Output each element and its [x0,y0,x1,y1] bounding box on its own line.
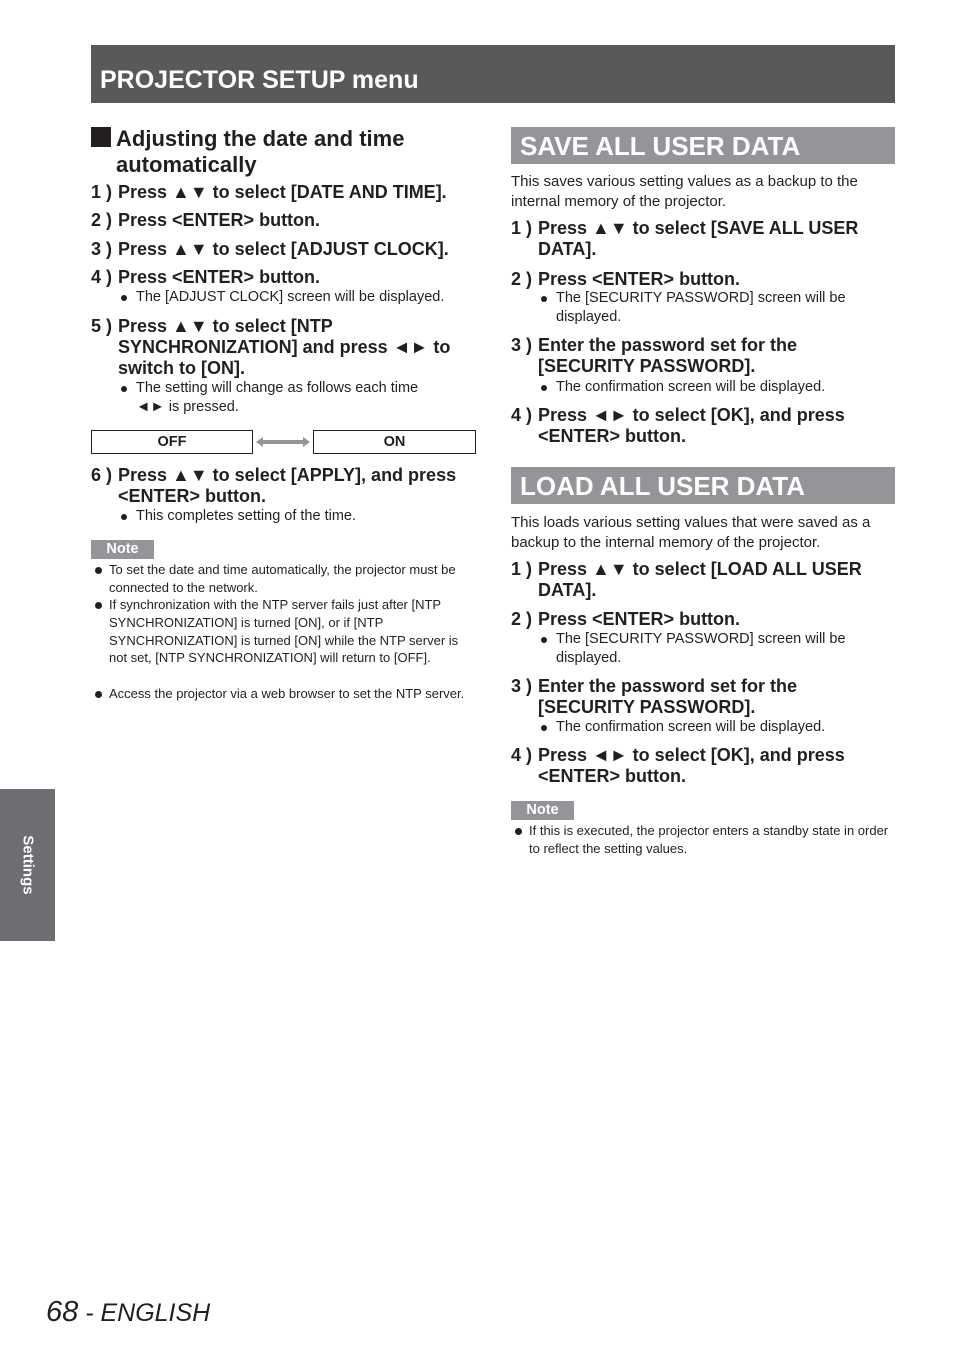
save-step-4: 4 ) Press ◄► to select [OK], and press <… [511,405,845,446]
double-arrow-icon [256,437,310,447]
ntp-toggle-diagram: OFF ON [91,430,476,454]
bullet-icon [95,691,102,698]
load-step-3-bullet: The confirmation screen will be displaye… [538,718,895,737]
load-step-4: 4 ) Press ◄► to select [OK], and press <… [511,745,845,786]
bullet-icon [121,514,127,520]
load-step-2-bullet: The [SECURITY PASSWORD] screen will be d… [538,630,888,668]
save-step-3-bullet: The confirmation screen will be displaye… [538,378,895,397]
page-number: 68 [46,1296,79,1328]
load-intro: This loads various setting values that w… [511,514,871,551]
side-tab-settings: Settings [0,789,55,941]
toggle-off-box: OFF [91,430,253,454]
bullet-icon [541,725,547,731]
step-6: 6 ) Press ▲▼ to select [APPLY], and pres… [91,465,457,506]
step-2: 2 ) Press <ENTER> button. [91,210,321,230]
save-step-3: 3 ) Enter the password set for the [SECU… [511,335,798,376]
load-section-header: LOAD ALL USER DATA [511,467,895,504]
step-3: 3 ) Press ▲▼ to select [ADJUST CLOCK]. [91,239,449,259]
note-item: If synchronization with the NTP server f… [91,596,476,667]
square-bullet-icon [91,127,111,147]
bullet-icon [121,295,127,301]
bullet-icon [541,296,547,302]
bullet-icon [95,567,102,574]
subheading: Adjusting the date and time automaticall… [91,126,476,178]
save-step-2-bullet: The [SECURITY PASSWORD] screen will be d… [538,289,888,327]
step-4: 4 ) Press <ENTER> button. [91,267,321,287]
note-label: Note [91,540,154,559]
load-step-1: 1 ) Press ▲▼ to select [LOAD ALL USER DA… [511,559,862,600]
page-footer: 68 - ENGLISH [46,1296,210,1329]
note-label: Note [511,801,574,820]
footer-language: - ENGLISH [78,1299,211,1327]
bullet-icon [95,602,102,609]
save-step-1: 1 ) Press ▲▼ to select [SAVE ALL USER DA… [511,218,859,259]
load-step-3: 3 ) Enter the password set for the [SECU… [511,676,798,717]
bullet-icon [515,828,522,835]
note-item: If this is executed, the projector enter… [511,822,895,858]
bullet-icon [541,385,547,391]
step-5: 5 ) Press ▲▼ to select [NTP SYNCHRONIZAT… [91,316,451,378]
step-1: 1 ) Press ▲▼ to select [DATE AND TIME]. [91,182,447,202]
page-title: PROJECTOR SETUP menu [100,66,419,94]
save-intro: This saves various setting values as a b… [511,173,858,210]
save-step-2: 2 ) Press <ENTER> button. [511,269,741,289]
note-item: To set the date and time automatically, … [91,561,476,597]
save-section-header: SAVE ALL USER DATA [511,127,895,164]
note-item: Access the projector via a web browser t… [91,685,476,703]
step-5-bullet: The setting will change as follows each … [118,379,448,417]
load-step-2: 2 ) Press <ENTER> button. [511,609,741,629]
toggle-on-box: ON [313,430,476,454]
page-header-bar: PROJECTOR SETUP menu [91,45,895,103]
bullet-icon [121,386,127,392]
step-4-bullet: The [ADJUST CLOCK] screen will be displa… [118,288,476,307]
step-6-bullet: This completes setting of the time. [118,507,476,526]
bullet-icon [541,637,547,643]
